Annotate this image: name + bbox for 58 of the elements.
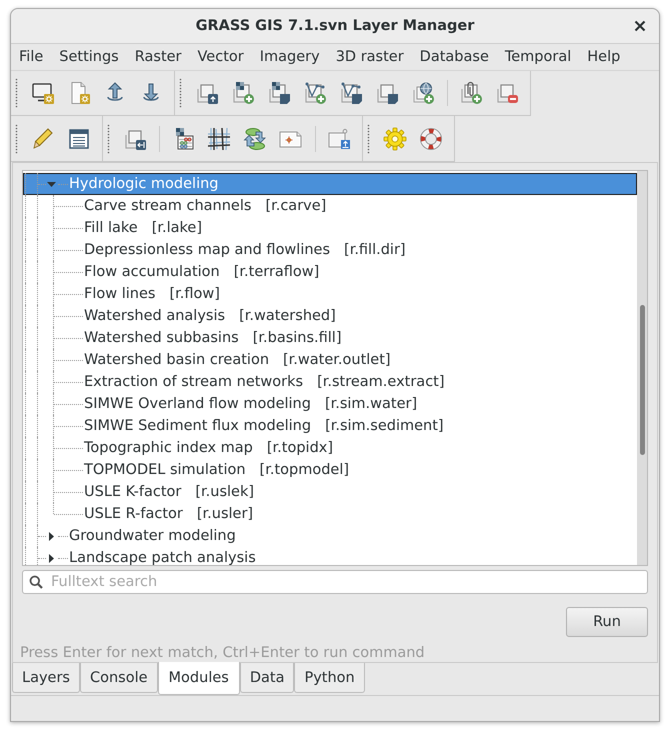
module-item[interactable]: SIMWE Overland flow modeling [r.sim.water] <box>23 393 637 415</box>
tab[interactable]: Data <box>240 663 294 693</box>
vector-layer-icon[interactable] <box>339 81 363 105</box>
table-icon[interactable] <box>67 126 91 150</box>
module-item[interactable]: Watershed analysis [r.watershed] <box>23 305 637 327</box>
module-item[interactable]: Topographic index map [r.topidx] <box>23 437 637 459</box>
checkered-layer-icon[interactable] <box>267 81 291 105</box>
pencil-icon[interactable] <box>31 126 55 150</box>
module-item[interactable]: TOPMODEL simulation [r.topmodel] <box>23 459 637 481</box>
page-upload-icon[interactable] <box>327 126 351 150</box>
search-field[interactable]: Fulltext search <box>22 570 648 594</box>
category-item[interactable]: Landscape patch analysis <box>23 547 637 565</box>
grip-handle-icon[interactable] <box>107 124 110 154</box>
window-title: GRASS GIS 7.1.svn Layer Manager <box>196 18 474 34</box>
menu-item[interactable]: Raster <box>126 49 190 65</box>
grip-handle-icon[interactable] <box>367 124 370 154</box>
menu-item[interactable]: Database <box>412 49 497 65</box>
menu-item[interactable]: Temporal <box>496 49 580 65</box>
module-item[interactable]: SIMWE Sediment flux modeling [r.sim.sediment] <box>23 415 637 437</box>
menu-item[interactable]: Settings <box>51 49 127 65</box>
swap-arrows-icon[interactable] <box>243 126 267 150</box>
menu-item[interactable]: Vector <box>190 49 252 65</box>
module-item[interactable]: Extraction of stream networks [r.stream.extract] <box>23 371 637 393</box>
module-item[interactable]: Carve stream channels [r.carve] <box>23 195 637 217</box>
globe-layer-plus-icon[interactable] <box>411 81 435 105</box>
scrollbar-thumb[interactable] <box>640 305 645 455</box>
menu-item[interactable]: File <box>11 49 52 65</box>
display-gear-icon[interactable] <box>31 81 55 105</box>
tab[interactable]: Python <box>294 663 365 693</box>
hint-text: Press Enter for next match, Ctrl+Enter to run command <box>20 644 426 662</box>
grip-handle-icon[interactable] <box>179 78 182 108</box>
menu-item[interactable]: Help <box>579 49 628 65</box>
module-item[interactable]: Fill lake [r.lake] <box>23 217 637 239</box>
module-item[interactable]: USLE K-factor [r.uslek] <box>23 481 637 503</box>
grid-lines-icon[interactable] <box>207 126 231 150</box>
tab[interactable]: Console <box>80 663 158 693</box>
grip-handle-icon[interactable] <box>15 78 18 108</box>
menu-item[interactable]: Imagery <box>252 49 328 65</box>
checkered-layer-plus-icon[interactable] <box>231 81 255 105</box>
module-item[interactable]: Flow accumulation [r.terraflow] <box>23 261 637 283</box>
module-item[interactable]: Flow lines [r.flow] <box>23 283 637 305</box>
search-icon <box>29 575 43 589</box>
lifebuoy-icon[interactable] <box>419 126 443 150</box>
run-button[interactable]: Run <box>566 607 648 637</box>
menu-item[interactable]: 3D raster <box>328 49 412 65</box>
module-item[interactable]: Watershed subbasins [r.basins.fill] <box>23 327 637 349</box>
vector-plus-icon[interactable] <box>303 81 327 105</box>
grip-handle-icon[interactable] <box>15 124 18 154</box>
close-icon[interactable] <box>634 20 646 32</box>
tab[interactable]: Modules <box>158 662 240 695</box>
category-item[interactable]: Groundwater modeling <box>23 525 637 547</box>
module-item[interactable]: Watershed basin creation [r.water.outlet] <box>23 349 637 371</box>
module-item[interactable]: USLE R-factor [r.usler] <box>23 503 637 525</box>
paperclip-plus-icon[interactable] <box>459 81 483 105</box>
settings-icon[interactable] <box>383 126 407 150</box>
tab[interactable]: Layers <box>12 663 80 693</box>
module-item[interactable]: Depressionless map and flowlines [r.fill.dir] <box>23 239 637 261</box>
scrollbar-track[interactable] <box>637 171 647 565</box>
